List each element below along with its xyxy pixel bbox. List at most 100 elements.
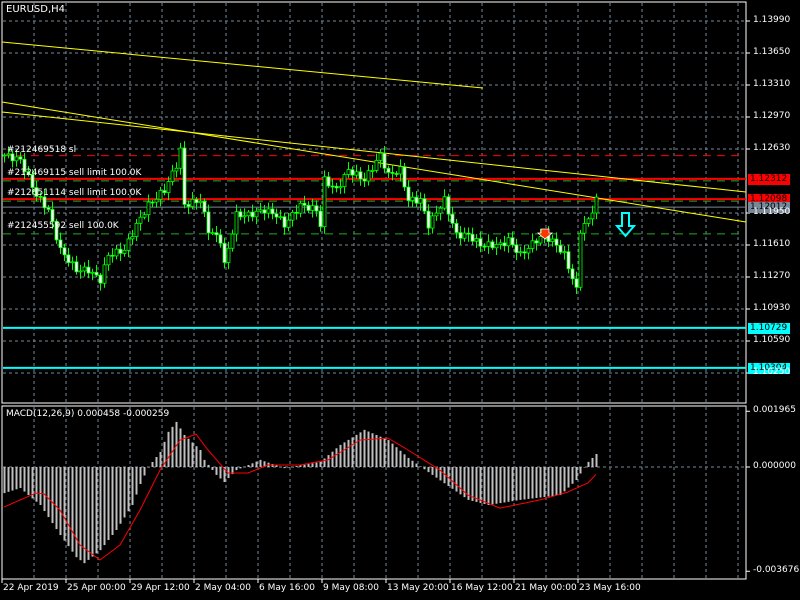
- macd-histogram-bar: [319, 461, 322, 467]
- candle-body: [338, 186, 343, 189]
- macd-tick-label: 0.001965: [753, 405, 796, 416]
- macd-histogram-bar: [75, 467, 78, 558]
- candle-body: [246, 211, 251, 217]
- macd-histogram-bar: [419, 466, 422, 467]
- candle-body: [318, 210, 323, 227]
- candle-body: [342, 174, 347, 188]
- macd-histogram-bar: [343, 442, 346, 467]
- macd-histogram-bar: [407, 457, 410, 467]
- macd-histogram-bar: [219, 467, 222, 479]
- candle-body: [594, 196, 599, 214]
- macd-histogram-bar: [439, 467, 442, 481]
- macd-tick-label: -0.003676: [753, 565, 800, 576]
- macd-histogram-bar: [187, 438, 190, 467]
- chart-title: EURUSD,H4: [6, 4, 66, 15]
- order-label[interactable]: #212651114 sell limit 100.0K: [7, 188, 141, 199]
- macd-histogram-bar: [11, 467, 14, 491]
- macd-histogram-bar: [455, 467, 458, 492]
- candle-body: [434, 212, 439, 217]
- macd-histogram-bar: [119, 467, 122, 524]
- candle-body: [102, 264, 107, 284]
- time-tick-label: 22 Apr 2019: [3, 583, 59, 593]
- candle-body: [46, 207, 51, 210]
- macd-histogram-bar: [307, 463, 310, 467]
- candle-body: [98, 274, 103, 284]
- candle-body: [350, 169, 355, 176]
- macd-histogram-bar: [411, 460, 414, 467]
- macd-histogram-bar: [423, 467, 426, 470]
- macd-histogram-bar: [7, 467, 10, 492]
- candle-body: [322, 176, 327, 227]
- candle-body: [286, 219, 291, 228]
- candle-body: [14, 156, 19, 162]
- macd-histogram-bar: [507, 467, 510, 502]
- candle-body: [138, 216, 143, 224]
- candle-body: [62, 247, 67, 256]
- time-tick-label: 9 May 08:00: [323, 583, 379, 593]
- macd-histogram-bar: [567, 467, 570, 488]
- macd-histogram-bar: [51, 467, 54, 524]
- macd-histogram-bar: [503, 467, 506, 503]
- macd-histogram-bar: [147, 467, 150, 468]
- candle-body: [378, 152, 383, 161]
- macd-histogram-bar: [151, 461, 154, 467]
- macd-histogram-bar: [499, 467, 502, 504]
- macd-histogram-bar: [395, 447, 398, 467]
- price-level-badge: 1.10729: [748, 322, 790, 334]
- candle-body: [106, 254, 111, 266]
- macd-histogram-bar: [403, 454, 406, 467]
- order-label[interactable]: #212469518 sl: [7, 145, 76, 156]
- candle-body: [478, 238, 483, 247]
- macd-histogram-bar: [531, 467, 534, 499]
- macd-histogram-bar: [323, 458, 326, 467]
- candle-body: [194, 198, 199, 204]
- macd-histogram-bar: [99, 467, 102, 551]
- candle-body: [182, 147, 187, 205]
- macd-histogram-bar: [379, 436, 382, 467]
- candle-body: [302, 202, 307, 206]
- macd-histogram-bar: [291, 466, 294, 468]
- candle-body: [442, 196, 447, 209]
- candle-body: [50, 209, 55, 222]
- macd-histogram-bar: [459, 467, 462, 495]
- macd-histogram-bar: [415, 463, 418, 467]
- candle-body: [242, 215, 247, 218]
- order-label[interactable]: #212455592 sell 100.0K: [7, 221, 119, 232]
- candle-body: [586, 218, 591, 224]
- candle-body: [570, 268, 575, 280]
- macd-histogram-bar: [303, 464, 306, 467]
- candle-body: [298, 202, 303, 214]
- macd-histogram-bar: [155, 456, 158, 467]
- candle-body: [554, 238, 559, 246]
- macd-histogram-bar: [131, 467, 134, 506]
- macd-histogram-bar: [135, 467, 138, 495]
- macd-histogram-bar: [103, 467, 106, 546]
- macd-histogram-bar: [399, 450, 402, 467]
- macd-histogram-bar: [195, 446, 198, 467]
- order-label[interactable]: #212469115 sell limit 100.0K: [7, 168, 141, 179]
- macd-histogram-bar: [159, 451, 162, 467]
- candle-body: [366, 170, 371, 182]
- macd-histogram-bar: [351, 437, 354, 467]
- chart-canvas[interactable]: [0, 0, 800, 600]
- macd-histogram-bar: [139, 467, 142, 485]
- candle-body: [502, 242, 507, 247]
- candle-body: [494, 244, 499, 249]
- macd-histogram-bar: [315, 462, 318, 467]
- candle-body: [374, 159, 379, 171]
- macd-histogram-bar: [111, 467, 114, 536]
- candle-body: [114, 248, 119, 257]
- macd-title: MACD(12,26,9) 0.000458 -0.000259: [6, 409, 170, 419]
- macd-histogram-bar: [27, 467, 30, 496]
- macd-histogram-bar: [339, 444, 342, 467]
- macd-histogram-bar: [199, 449, 202, 467]
- candle-body: [498, 242, 503, 245]
- macd-histogram-bar: [587, 461, 590, 467]
- candle-body: [486, 241, 491, 247]
- candle-body: [142, 214, 147, 218]
- candle-body: [354, 171, 359, 176]
- macd-histogram-bar: [579, 467, 582, 474]
- macd-histogram-bar: [555, 467, 558, 496]
- macd-histogram-bar: [355, 434, 358, 467]
- candle-body: [334, 185, 339, 189]
